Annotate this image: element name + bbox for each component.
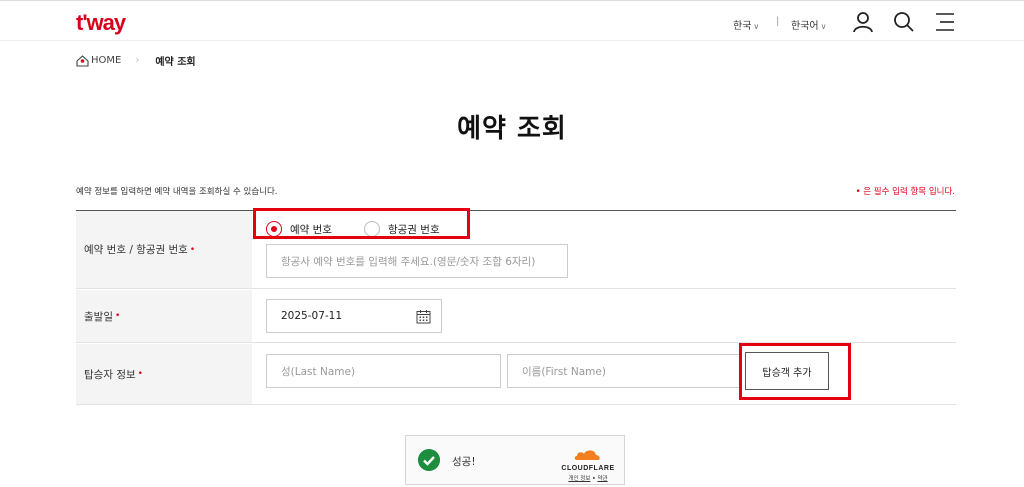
booking-number-input[interactable]: 항공사 예약 번호를 입력해 주세요.(영문/숫자 조합 6자리) [266, 244, 568, 278]
home-icon [76, 54, 89, 67]
page-title: 예약 조회 [457, 114, 567, 144]
lang-separator: | [776, 16, 780, 27]
user-icon[interactable] [852, 11, 874, 33]
calendar-icon[interactable] [416, 309, 431, 324]
booking-number-row: 예약 번호 / 항공권 번호 • 예약 번호 항공권 번호 항공사 예약 번호를 … [76, 211, 956, 289]
required-marker: • [114, 311, 121, 321]
radio-highlight-box [253, 208, 470, 239]
departure-date-row: 출발일 • 2025-07-11 [76, 290, 956, 343]
required-marker: • [189, 244, 196, 255]
country-selector[interactable]: 한국 ∨ [733, 17, 759, 32]
first-name-input[interactable]: 이름(First Name) [507, 354, 742, 388]
departure-date-label: 출발일 • [76, 290, 252, 342]
cloudflare-logo: CLOUDFLARE 개인 정보 • 약관 [558, 445, 618, 482]
cloudflare-captcha[interactable]: 성공! CLOUDFLARE 개인 정보 • 약관 [405, 435, 625, 485]
terms-link[interactable]: 약관 [597, 476, 607, 482]
link-separator: • [592, 476, 596, 482]
site-header: t'way 한국 ∨ | 한국어 ∨ [0, 1, 1024, 41]
menu-icon[interactable] [934, 11, 956, 33]
success-check-icon [418, 449, 440, 471]
chevron-down-icon: ∨ [820, 22, 827, 31]
privacy-link[interactable]: 개인 정보 [568, 476, 590, 482]
breadcrumb-separator: › [135, 55, 140, 66]
cloud-icon [574, 450, 600, 460]
chevron-down-icon: ∨ [753, 22, 760, 31]
departure-date-input[interactable]: 2025-07-11 [266, 299, 442, 333]
required-marker: • [137, 369, 143, 379]
intro-text: 예약 정보를 입력하면 예약 내역을 조회하실 수 있습니다. [76, 187, 278, 197]
language-selector[interactable]: 한국어 ∨ [791, 17, 826, 32]
breadcrumb: HOME › 예약 조회 [76, 53, 196, 68]
search-icon[interactable] [893, 11, 915, 33]
captcha-status: 성공! [452, 456, 476, 468]
last-name-input[interactable]: 성(Last Name) [266, 354, 501, 388]
add-passenger-highlight-box [739, 343, 851, 400]
twaylogo[interactable]: t'way [76, 10, 126, 36]
required-note: • 은 필수 입력 항목 입니다. [855, 187, 955, 197]
breadcrumb-current: 예약 조회 [155, 57, 196, 68]
passenger-info-label: 탑승자 정보 • [76, 344, 252, 404]
breadcrumb-home[interactable]: HOME [91, 55, 121, 66]
booking-number-label: 예약 번호 / 항공권 번호 • [76, 211, 252, 288]
